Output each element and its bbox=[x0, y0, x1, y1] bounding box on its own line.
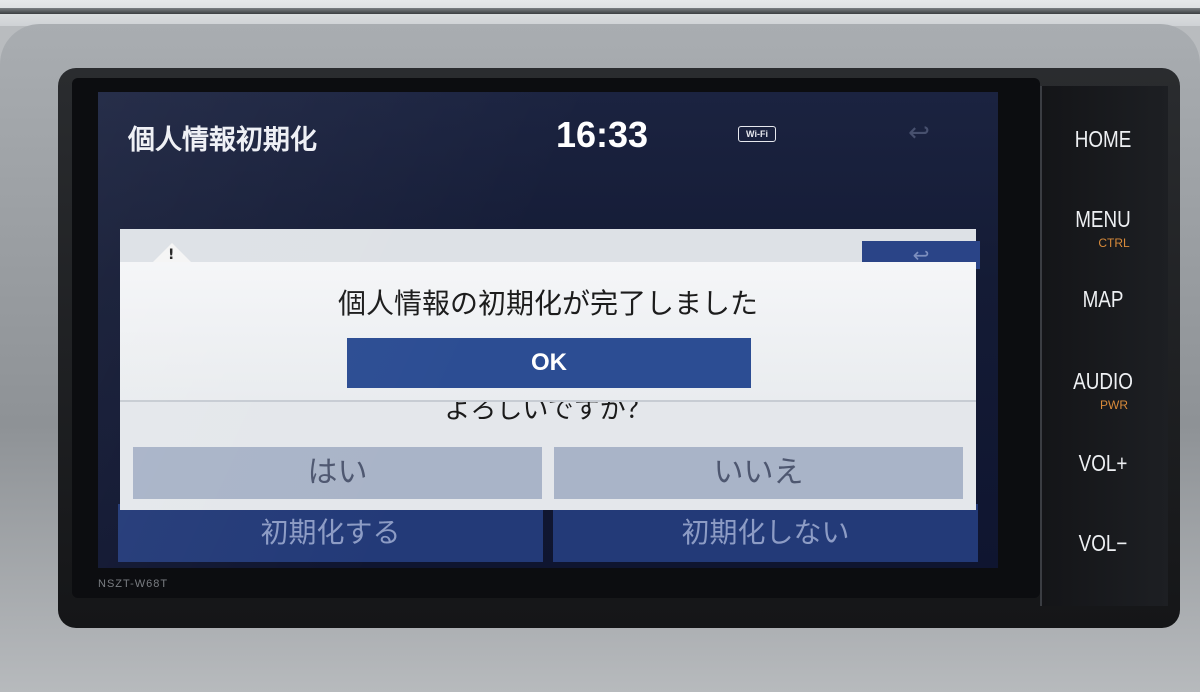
vol-up-button[interactable]: VOL+ bbox=[1051, 450, 1154, 477]
home-button[interactable]: HOME bbox=[1051, 126, 1154, 153]
clock: 16:33 bbox=[556, 114, 649, 155]
no-button[interactable]: いいえ bbox=[554, 447, 963, 499]
init-button[interactable]: 初期化する bbox=[118, 504, 543, 562]
no-init-button[interactable]: 初期化しない bbox=[553, 504, 978, 562]
page-title: 個人情報初期化 bbox=[128, 125, 317, 156]
dialog-divider bbox=[120, 400, 976, 402]
wifi-icon: Wi-Fi bbox=[738, 126, 776, 142]
back-arrow-icon[interactable]: ↩ bbox=[898, 120, 940, 146]
completion-dialog: 個人情報の初期化が完了しました OK bbox=[120, 262, 976, 400]
vol-down-button[interactable]: VOL− bbox=[1051, 530, 1154, 557]
underlying-button-row: 初期化する 初期化しない bbox=[118, 504, 978, 562]
warning-icon-mark: ! bbox=[168, 247, 175, 263]
dashboard-trim bbox=[0, 8, 1200, 14]
audio-button[interactable]: AUDIO bbox=[1051, 368, 1154, 395]
lcd-screen: 個人情報初期化 16:33 Wi-Fi ↩ 初期化する 初期化しない ! ↩ よ… bbox=[98, 92, 998, 568]
hardware-button-panel bbox=[1040, 86, 1168, 606]
menu-sub-label: CTRL bbox=[1098, 236, 1130, 250]
completion-message: 個人情報の初期化が完了しました bbox=[337, 287, 758, 320]
model-label: NSZT-W68T bbox=[98, 578, 169, 590]
audio-sub-label: PWR bbox=[1100, 398, 1128, 412]
confirm-choice-row: はい いいえ bbox=[133, 447, 963, 499]
menu-button[interactable]: MENU bbox=[1051, 206, 1154, 233]
yes-button[interactable]: はい bbox=[133, 447, 542, 499]
map-button[interactable]: MAP bbox=[1051, 286, 1154, 313]
ok-button[interactable]: OK bbox=[347, 338, 751, 388]
